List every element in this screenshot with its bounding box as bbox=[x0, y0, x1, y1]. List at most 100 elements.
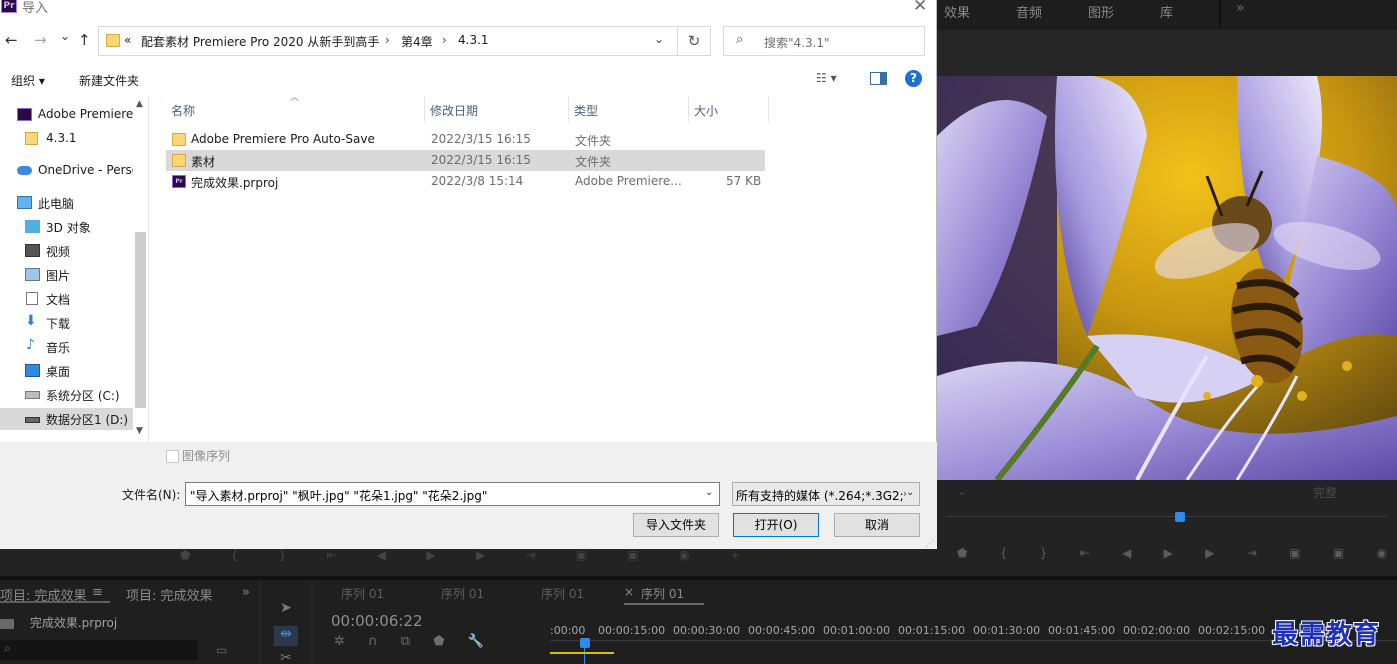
cancel-button[interactable]: 取消 bbox=[834, 513, 920, 537]
monitor-playhead[interactable] bbox=[1175, 512, 1185, 522]
pane-divider[interactable] bbox=[148, 96, 149, 442]
timeline-playhead[interactable] bbox=[580, 638, 590, 648]
preview-pane-icon[interactable] bbox=[870, 72, 887, 85]
breadcrumb-segment[interactable]: 第4章 bbox=[401, 33, 433, 50]
organize-menu[interactable]: 组织 ▾ bbox=[11, 72, 45, 89]
project-search-input[interactable]: ⌕ bbox=[0, 640, 198, 660]
new-bin-icon[interactable]: ▭ bbox=[216, 643, 227, 657]
dialog-titlebar[interactable]: Pr 导入 ✕ bbox=[0, 0, 937, 16]
go-to-out-icon[interactable]: ⇥ bbox=[1247, 546, 1257, 560]
work-area-bar[interactable] bbox=[550, 652, 614, 654]
column-header-name[interactable]: 名称 bbox=[166, 96, 425, 122]
lift-icon[interactable]: ▣ bbox=[1289, 546, 1300, 560]
extract-icon[interactable]: ▣ bbox=[1333, 546, 1344, 560]
open-button[interactable]: 打开(O) bbox=[733, 513, 819, 537]
tab-project-2[interactable]: 项目: 完成效果 bbox=[126, 585, 213, 604]
source-step-forward-icon[interactable]: ▶︎ bbox=[476, 548, 485, 562]
marker-icon[interactable]: ⬟ bbox=[957, 546, 967, 560]
file-type-select[interactable]: 所有支持的媒体 (*.264;*.3G2;* bbox=[732, 482, 920, 506]
step-forward-icon[interactable]: ▶︎ bbox=[1205, 546, 1214, 560]
ripple-edit-tool-icon[interactable]: ⇹ bbox=[274, 626, 298, 646]
back-button[interactable]: ← bbox=[5, 31, 18, 49]
project-file-item[interactable]: 完成效果.prproj bbox=[0, 614, 117, 631]
nav-item-this-pc[interactable]: 此电脑 bbox=[0, 192, 133, 214]
column-header-size[interactable]: 大小 bbox=[689, 96, 769, 122]
import-folder-button[interactable]: 导入文件夹 bbox=[633, 513, 719, 537]
file-row-selected[interactable]: 素材 2022/3/15 16:15 文件夹 bbox=[166, 150, 765, 171]
tab-libraries[interactable]: 库 bbox=[1160, 2, 1173, 21]
breadcrumb-segment[interactable]: 配套素材 Premiere Pro 2020 从新手到高手 bbox=[141, 33, 379, 50]
breadcrumb-segment[interactable]: 4.3.1 bbox=[458, 33, 489, 47]
source-mark-in-icon[interactable]: { bbox=[231, 548, 239, 562]
insert-icon[interactable]: ▣ bbox=[576, 548, 587, 562]
nav-item-drive-d[interactable]: 数据分区1 (D:) bbox=[0, 408, 133, 430]
more-tabs-icon[interactable]: » bbox=[1236, 0, 1245, 16]
play-icon[interactable]: ▶︎ bbox=[1164, 546, 1173, 560]
timeline-ruler[interactable] bbox=[550, 640, 1397, 648]
source-step-back-icon[interactable]: ◀︎ bbox=[377, 548, 386, 562]
nav-item-videos[interactable]: 视频 bbox=[0, 240, 133, 262]
mark-out-icon[interactable]: } bbox=[1040, 546, 1048, 560]
monitor-time-ruler[interactable] bbox=[947, 516, 1387, 517]
chevron-down-icon[interactable]: ⌄ bbox=[705, 487, 713, 498]
chevron-down-icon[interactable]: ⌄ bbox=[906, 487, 915, 498]
address-dropdown-icon[interactable]: ⌄ bbox=[654, 32, 664, 46]
file-row[interactable]: Pr 完成效果.prproj 2022/3/8 15:14 Adobe Prem… bbox=[166, 171, 765, 192]
snap-icon[interactable]: ∩ bbox=[368, 634, 378, 649]
go-to-in-icon[interactable]: ⇤ bbox=[1080, 546, 1090, 560]
source-go-to-out-icon[interactable]: ⇥ bbox=[525, 548, 535, 562]
nav-item-4-3-1[interactable]: 4.3.1 bbox=[0, 128, 133, 150]
nav-item-3d-objects[interactable]: 3D 对象 bbox=[0, 216, 133, 238]
nav-item-music[interactable]: ♪ 音乐 bbox=[0, 336, 133, 358]
column-header-type[interactable]: 类型 bbox=[569, 96, 689, 122]
close-icon[interactable]: ✕ bbox=[913, 0, 927, 16]
nav-item-desktop[interactable]: 桌面 bbox=[0, 360, 133, 382]
breadcrumb-separator[interactable]: › bbox=[385, 33, 390, 47]
nav-item-drive-c[interactable]: 系统分区 (C:) bbox=[0, 384, 133, 406]
search-box[interactable]: ⌕ 搜索"4.3.1" bbox=[723, 26, 925, 56]
scroll-up-arrow-icon[interactable]: ▲ bbox=[136, 99, 143, 109]
linked-selection-icon[interactable]: ⧉ bbox=[401, 634, 410, 649]
nav-item-documents[interactable]: 文档 bbox=[0, 288, 133, 310]
selection-tool-icon[interactable]: ➤ bbox=[274, 600, 298, 620]
view-options-icon[interactable]: ☷ ▾ bbox=[816, 71, 837, 85]
export-frame-icon[interactable]: ◉ bbox=[1377, 546, 1387, 560]
razor-tool-icon[interactable]: ✂ bbox=[274, 650, 298, 664]
file-name-input[interactable]: "导入素材.prproj" "枫叶.jpg" "花朵1.jpg" "花朵2.jp… bbox=[185, 482, 720, 506]
tab-sequence-1[interactable]: 序列 01 bbox=[341, 585, 384, 602]
more-panels-icon[interactable]: » bbox=[242, 585, 250, 600]
resolution-dropdown[interactable]: 完整 bbox=[1313, 484, 1337, 501]
tab-sequence-2[interactable]: 序列 01 bbox=[441, 585, 484, 602]
source-export-frame-icon[interactable]: ◉ bbox=[679, 548, 689, 562]
nav-item-pictures[interactable]: 图片 bbox=[0, 264, 133, 286]
column-header-date[interactable]: 修改日期 bbox=[425, 96, 569, 122]
overwrite-icon[interactable]: ▣ bbox=[627, 548, 638, 562]
tab-sequence-active[interactable]: 序列 01 bbox=[641, 585, 684, 602]
mark-in-icon[interactable]: { bbox=[1000, 546, 1008, 560]
source-go-to-in-icon[interactable]: ⇤ bbox=[327, 548, 337, 562]
add-button-icon[interactable]: + bbox=[730, 548, 740, 562]
nav-item-adobe-premiere[interactable]: Adobe Premiere bbox=[0, 104, 133, 126]
tab-graphics[interactable]: 图形 bbox=[1088, 2, 1114, 21]
project-menu-icon[interactable]: ≡ bbox=[92, 585, 103, 600]
forward-button[interactable]: → bbox=[34, 31, 47, 49]
source-play-icon[interactable]: ▶︎ bbox=[426, 548, 435, 562]
resize-grip-icon[interactable]: ⋰ bbox=[926, 539, 934, 548]
step-back-icon[interactable]: ◀︎ bbox=[1122, 546, 1131, 560]
tab-effects[interactable]: 效果 bbox=[944, 2, 970, 21]
breadcrumb-separator[interactable]: › bbox=[442, 33, 447, 47]
fit-dropdown-icon[interactable]: ⌄ bbox=[957, 484, 967, 498]
address-bar[interactable]: « 配套素材 Premiere Pro 2020 从新手到高手 › 第4章 › … bbox=[98, 26, 678, 56]
help-icon[interactable]: ? bbox=[905, 70, 922, 87]
nest-icon[interactable]: ✲ bbox=[334, 634, 345, 649]
playhead-timecode[interactable]: 00:00:06:22 bbox=[331, 612, 423, 630]
image-sequence-checkbox[interactable] bbox=[166, 450, 179, 463]
refresh-button[interactable]: ↻ bbox=[678, 26, 711, 56]
close-tab-icon[interactable]: × bbox=[624, 585, 634, 599]
add-marker-icon[interactable]: ⬟ bbox=[433, 634, 444, 649]
tab-audio[interactable]: 音频 bbox=[1016, 2, 1042, 21]
tab-sequence-3[interactable]: 序列 01 bbox=[541, 585, 584, 602]
nav-item-onedrive[interactable]: OneDrive - Perso bbox=[0, 160, 133, 182]
nav-scrollbar-thumb[interactable] bbox=[135, 232, 146, 408]
breadcrumb-overflow[interactable]: « bbox=[124, 33, 131, 47]
